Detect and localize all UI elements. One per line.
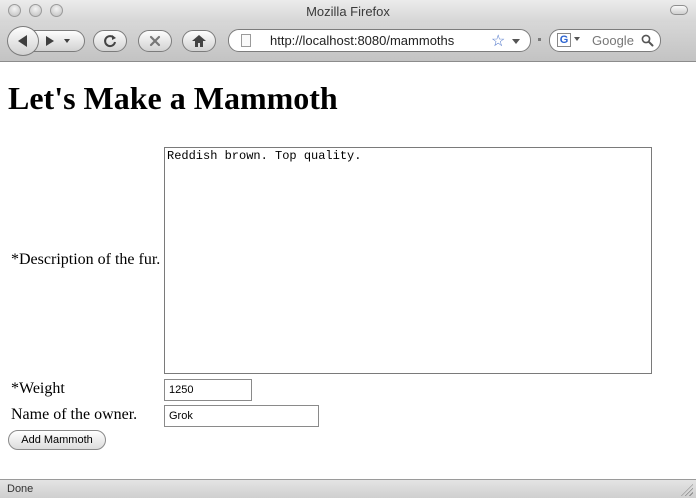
page-icon: [241, 34, 251, 47]
window-title: Mozilla Firefox: [306, 4, 390, 19]
status-bar: Done: [0, 479, 696, 498]
page-title: Let's Make a Mammoth: [8, 80, 338, 116]
nav-buttons: [7, 26, 85, 56]
url-text[interactable]: http://localhost:8080/mammoths: [270, 33, 454, 48]
add-mammoth-button[interactable]: Add Mammoth: [8, 430, 106, 450]
toolbar-toggle-button[interactable]: [670, 5, 688, 15]
toolbar-separator: [538, 38, 541, 41]
weight-input[interactable]: [164, 379, 252, 401]
status-text: Done: [7, 483, 34, 495]
search-bar[interactable]: G Google: [549, 29, 661, 52]
home-icon: [192, 35, 206, 47]
bookmark-star-icon[interactable]: ☆: [491, 31, 505, 51]
search-input[interactable]: Google: [592, 33, 634, 48]
weight-label: *Weight: [11, 380, 65, 397]
reload-button[interactable]: [93, 30, 127, 52]
back-button[interactable]: [7, 26, 39, 56]
url-dropdown-icon[interactable]: [512, 39, 520, 44]
stop-icon: [149, 35, 161, 47]
title-bar: Mozilla Firefox: [0, 0, 696, 22]
reload-icon: [104, 35, 116, 48]
forward-arrow-icon: [46, 36, 54, 46]
owner-name-input[interactable]: [164, 405, 319, 427]
owner-name-label: Name of the owner.: [11, 406, 138, 423]
resize-grip-icon[interactable]: [681, 484, 693, 496]
stop-button[interactable]: [138, 30, 172, 52]
search-engine-icon[interactable]: G: [557, 33, 571, 47]
fur-description-textarea[interactable]: Reddish brown. Top quality.: [164, 147, 652, 374]
search-icon[interactable]: [641, 34, 654, 47]
fur-description-label: *Description of the fur.: [11, 251, 161, 268]
home-button[interactable]: [182, 30, 216, 52]
url-bar[interactable]: http://localhost:8080/mammoths ☆: [228, 29, 531, 52]
forward-button[interactable]: [31, 30, 85, 52]
back-arrow-icon: [17, 35, 27, 47]
page-content: Let's Make a Mammoth *Description of the…: [0, 62, 696, 479]
search-engine-dropdown-icon[interactable]: [574, 37, 580, 41]
history-dropdown-icon[interactable]: [64, 39, 70, 43]
navigation-toolbar: http://localhost:8080/mammoths ☆ G Googl…: [0, 22, 696, 62]
